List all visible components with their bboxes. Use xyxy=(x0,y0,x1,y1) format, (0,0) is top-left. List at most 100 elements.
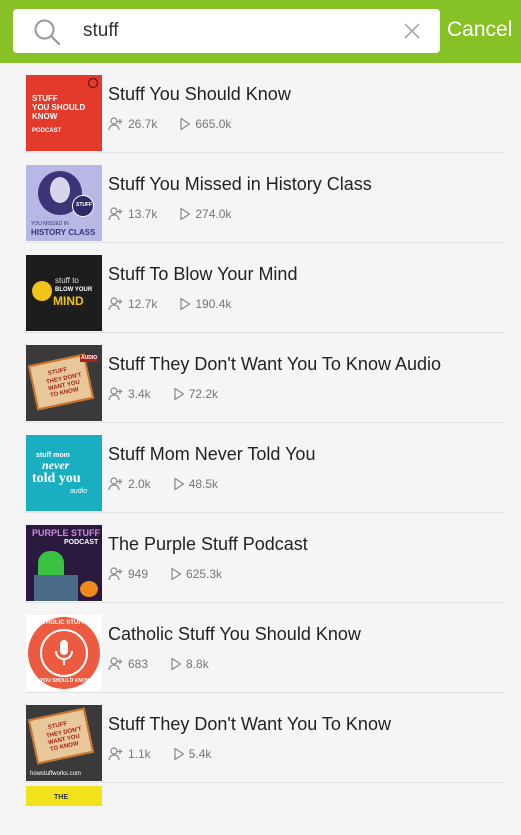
play-icon xyxy=(180,207,191,221)
artwork-text: AUDIO xyxy=(80,355,99,362)
subscriber-count: 12.7k xyxy=(108,297,157,311)
list-item[interactable]: STUFF YOU SHOULD KNOW PODCAST Stuff You … xyxy=(0,63,521,153)
podcast-title: Stuff Mom Never Told You xyxy=(108,444,316,464)
podcast-stats: 13.7k 274.0k xyxy=(108,206,231,222)
subscriber-count-value: 3.4k xyxy=(128,387,151,401)
podcast-stats: 1.1k 5.4k xyxy=(108,746,211,762)
cancel-button[interactable]: Cancel xyxy=(447,18,512,42)
subscriber-count: 3.4k xyxy=(108,387,151,401)
artwork-text: told you xyxy=(32,471,81,486)
subscriber-count-value: 26.7k xyxy=(128,117,158,131)
artwork-text: BLOW YOUR xyxy=(55,287,93,293)
play-icon xyxy=(180,297,191,311)
subscriber-count: 683 xyxy=(108,657,148,671)
play-count: 5.4k xyxy=(173,747,212,761)
artwork-text: howstuffworks.com xyxy=(30,771,81,777)
play-count-value: 8.8k xyxy=(186,657,209,671)
artwork-text: never xyxy=(42,458,70,472)
subscriber-count-value: 12.7k xyxy=(128,297,158,311)
subscriber-count-value: 13.7k xyxy=(128,207,158,221)
play-icon xyxy=(174,477,184,491)
subscribers-icon xyxy=(108,297,123,311)
search-icon xyxy=(34,19,61,46)
play-count-value: 665.0k xyxy=(195,117,232,131)
artwork-text: PODCAST xyxy=(64,539,99,546)
play-count-value: 72.2k xyxy=(188,387,219,401)
play-count: 274.0k xyxy=(179,207,231,221)
play-count: 625.3k xyxy=(170,567,222,581)
list-item[interactable]: STUFF THEY DON'T WANT YOU TO KNOW AUDIO … xyxy=(0,333,521,423)
list-item[interactable]: STUFF YOU MISSED IN HISTORY CLASS Stuff … xyxy=(0,153,521,243)
subscribers-icon xyxy=(108,117,123,131)
podcast-artwork: STUFF THEY DON'T WANT YOU TO KNOW AUDIO xyxy=(26,345,102,421)
podcast-title: Stuff They Don't Want You To Know Audio xyxy=(108,354,441,374)
subscribers-icon xyxy=(108,207,123,221)
podcast-artwork: STUFF THEY DON'T WANT YOU TO KNOW howstu… xyxy=(26,705,102,781)
subscriber-count: 13.7k xyxy=(108,207,157,221)
list-item[interactable]: THE xyxy=(0,783,521,835)
podcast-stats: 2.0k 48.5k xyxy=(108,476,218,492)
play-count: 665.0k xyxy=(179,117,231,131)
podcast-title: Stuff To Blow Your Mind xyxy=(108,264,298,284)
podcast-title: Stuff You Should Know xyxy=(108,84,291,104)
subscribers-icon xyxy=(108,747,123,761)
podcast-stats: 12.7k 190.4k xyxy=(108,296,231,312)
subscribers-icon xyxy=(108,657,123,671)
subscriber-count: 1.1k xyxy=(108,747,151,761)
play-count-value: 190.4k xyxy=(195,297,232,311)
search-input[interactable]: stuff xyxy=(13,9,440,53)
clear-icon[interactable] xyxy=(403,22,421,40)
search-bar: stuff Cancel xyxy=(0,0,521,63)
artwork-text: audio xyxy=(70,488,88,495)
results-list: STUFF YOU SHOULD KNOW PODCAST Stuff You … xyxy=(0,63,521,835)
logo-icon xyxy=(88,78,98,88)
artwork-text: YOU SHOULD xyxy=(32,103,86,112)
podcast-stats: 26.7k 665.0k xyxy=(108,116,231,132)
podcast-stats: 949 625.3k xyxy=(108,566,222,582)
list-item[interactable]: stuff to BLOW YOUR MIND Stuff To Blow Yo… xyxy=(0,243,521,333)
artwork-text: THE xyxy=(54,794,68,801)
podcast-title: The Purple Stuff Podcast xyxy=(108,534,308,554)
podcast-artwork: CATHOLIC STUFF YOU SHOULD KNOW xyxy=(26,615,102,691)
portrait-face xyxy=(50,177,70,203)
list-item[interactable]: STUFF THEY DON'T WANT YOU TO KNOW howstu… xyxy=(0,693,521,783)
subscriber-count-value: 949 xyxy=(128,567,149,581)
podcast-title: Stuff They Don't Want You To Know xyxy=(108,714,391,734)
subscribers-icon xyxy=(108,567,123,581)
search-query: stuff xyxy=(83,20,119,41)
brain-icon xyxy=(32,281,52,301)
play-icon xyxy=(174,747,184,761)
podcast-artwork: THE xyxy=(26,786,102,806)
subscriber-count: 26.7k xyxy=(108,117,157,131)
podcast-artwork: STUFF YOU MISSED IN HISTORY CLASS xyxy=(26,165,102,241)
play-count: 72.2k xyxy=(173,387,218,401)
artwork-text: CATHOLIC STUFF xyxy=(34,620,86,626)
podcast-artwork: stuff to BLOW YOUR MIND xyxy=(26,255,102,331)
podcast-title: Catholic Stuff You Should Know xyxy=(108,624,361,644)
list-item[interactable]: CATHOLIC STUFF YOU SHOULD KNOW Catholic … xyxy=(0,603,521,693)
play-icon xyxy=(171,567,182,581)
podcast-title: Stuff You Missed in History Class xyxy=(108,174,372,194)
podcast-stats: 683 8.8k xyxy=(108,656,209,672)
subscribers-icon xyxy=(108,477,123,491)
podcast-stats: 3.4k 72.2k xyxy=(108,386,218,402)
artwork-text: YOU MISSED IN xyxy=(31,221,69,227)
podcast-artwork: PURPLE STUFF PODCAST xyxy=(26,525,102,601)
artwork-text: STUFF xyxy=(76,202,93,208)
list-item[interactable]: stuff mom never told you audio Stuff Mom… xyxy=(0,423,521,513)
artwork-text: KNOW xyxy=(32,112,58,121)
play-count-value: 5.4k xyxy=(188,747,212,761)
artwork-text: MIND xyxy=(53,294,84,308)
subscriber-count: 2.0k xyxy=(108,477,151,491)
pumpkin-icon xyxy=(80,581,98,597)
subscriber-count-value: 1.1k xyxy=(128,747,151,761)
artwork-text: PODCAST xyxy=(32,128,62,134)
artwork-text: stuff to xyxy=(55,276,79,285)
play-count: 8.8k xyxy=(170,657,209,671)
play-icon xyxy=(171,657,182,671)
list-item[interactable]: PURPLE STUFF PODCAST The Purple Stuff Po… xyxy=(0,513,521,603)
play-count-value: 48.5k xyxy=(188,477,219,491)
subscriber-count-value: 2.0k xyxy=(128,477,151,491)
microphone-icon xyxy=(55,640,73,665)
artwork-text: HISTORY CLASS xyxy=(31,228,96,237)
